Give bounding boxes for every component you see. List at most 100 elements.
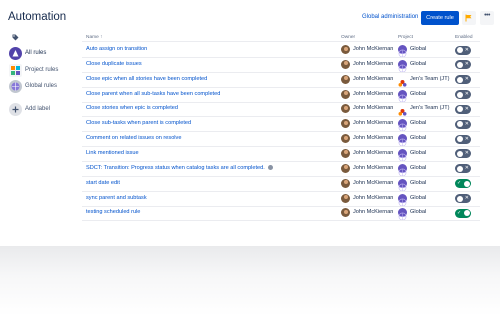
avatar <box>341 148 350 158</box>
enabled-toggle[interactable]: ✕ <box>455 164 471 174</box>
row-divider <box>82 220 480 222</box>
avatar <box>341 208 350 218</box>
globe-icon <box>398 119 407 132</box>
project-name: Global <box>410 149 427 156</box>
enabled-toggle[interactable]: ✕ <box>455 45 471 55</box>
table-row[interactable]: testing scheduled rule John McKiernan Glob… <box>82 206 480 221</box>
rule-name-text: testing scheduled rule <box>86 209 141 216</box>
close-icon: ✕ <box>464 105 469 112</box>
avatar <box>341 163 350 173</box>
enabled-toggle[interactable]: ✓ <box>455 179 471 189</box>
flag-icon <box>465 14 472 22</box>
owner-name: John McKiernan <box>353 135 394 142</box>
table-row[interactable]: Close duplicate issues John McKiernan Glob… <box>82 58 480 73</box>
info-icon[interactable] <box>267 164 273 170</box>
owner-name: John McKiernan <box>353 90 394 97</box>
enabled-toggle[interactable]: ✕ <box>455 134 471 144</box>
enabled-toggle[interactable]: ✕ <box>455 104 471 114</box>
owner-name: John McKiernan <box>353 209 394 216</box>
sidebar-item-label: Add label <box>25 106 51 112</box>
table-row[interactable]: SDCT: Transition: Progress status when c… <box>82 162 480 177</box>
table-row[interactable]: sync parent and subtask John McKiernan Glo… <box>82 192 480 206</box>
owner-name: John McKiernan <box>353 75 394 82</box>
rule-name-link[interactable]: sync parent and subtask <box>86 195 147 201</box>
project-name: Global <box>410 60 427 67</box>
owner-name: John McKiernan <box>353 194 394 201</box>
project-name: Global <box>410 209 427 216</box>
table-row[interactable]: Comment on related issues on resolve John… <box>82 132 480 147</box>
close-icon: ✕ <box>464 91 469 98</box>
owner-name: John McKiernan <box>353 179 394 186</box>
table-row[interactable]: start date edit John McKiernan Global ✓ <box>82 177 480 192</box>
more-actions-button[interactable]: ••• <box>480 11 494 25</box>
rule-name-link[interactable]: Close stories when epic is completed <box>86 105 178 111</box>
enabled-toggle[interactable]: ✕ <box>455 75 471 85</box>
rule-name-text: Close sub-tasks when parent is completed <box>86 120 192 127</box>
enabled-toggle[interactable]: ✕ <box>455 119 471 129</box>
rule-name-link[interactable]: Auto assign on transition <box>86 46 147 52</box>
rule-name-link[interactable]: Close duplicate issues <box>86 61 142 67</box>
table-row[interactable]: Close stories when epic is completed John… <box>82 102 480 116</box>
avatar <box>341 59 350 69</box>
project-name: Jen's Team (JT) <box>410 105 450 112</box>
table-row[interactable]: Auto assign on transition John McKiernan G… <box>82 43 480 58</box>
owner-name: John McKiernan <box>353 149 394 156</box>
rule-name-text: Close epic when all stories have been co… <box>86 75 208 82</box>
close-icon: ✕ <box>464 135 469 142</box>
enabled-toggle[interactable]: ✕ <box>455 60 471 70</box>
rule-name-link[interactable]: testing scheduled rule <box>86 209 140 215</box>
header-divider <box>82 41 480 42</box>
project-name: Global <box>410 194 427 201</box>
all-rules-icon <box>9 47 22 60</box>
rule-name-link[interactable]: Close sub-tasks when parent is completed <box>86 120 191 126</box>
rule-name-text: Comment on related issues on resolve <box>86 135 182 142</box>
avatar <box>341 178 350 188</box>
project-name: Global <box>410 179 427 186</box>
table-row[interactable]: Close sub-tasks when parent is completed… <box>82 117 480 132</box>
close-icon: ✕ <box>464 150 469 157</box>
feedback-button[interactable] <box>462 11 476 25</box>
project-rules-icon <box>9 64 22 77</box>
enabled-toggle[interactable]: ✕ <box>455 149 471 159</box>
avatar <box>341 89 350 99</box>
enabled-toggle[interactable]: ✕ <box>455 194 471 203</box>
rule-name-text: Close stories when epic is completed <box>86 105 179 112</box>
globe-icon <box>398 163 407 177</box>
globe-icon <box>398 45 407 58</box>
rule-name-link[interactable]: start date edit <box>86 180 120 186</box>
project-name: Global <box>410 135 427 142</box>
globe-icon <box>398 208 407 221</box>
rule-name-text: Close duplicate issues <box>86 60 142 67</box>
page-backdrop <box>0 236 500 330</box>
column-header-name[interactable]: Name ↑ <box>86 35 103 40</box>
column-header-enabled: Enabled <box>455 35 473 40</box>
sidebar-item-label: Global rules <box>25 83 58 89</box>
add-label-icon <box>9 103 22 116</box>
rule-name-link[interactable]: Close epic when all stories have been co… <box>86 76 207 82</box>
create-rule-button[interactable]: Create rule <box>421 11 459 25</box>
table-row[interactable]: Link mentioned issue John McKiernan Global… <box>82 147 480 162</box>
globe-icon <box>398 148 407 162</box>
rule-name-link[interactable]: Link mentioned issue <box>86 150 139 156</box>
rule-name-text: Close parent when all sub-tasks have bee… <box>86 90 221 97</box>
avatar <box>341 104 350 114</box>
page-title: Automation <box>8 11 67 23</box>
more-icon: ••• <box>484 12 490 19</box>
enabled-toggle[interactable]: ✕ <box>455 90 471 100</box>
rule-name-link[interactable]: Close parent when all sub-tasks have bee… <box>86 91 220 97</box>
enabled-toggle[interactable]: ✓ <box>455 208 471 218</box>
owner-name: John McKiernan <box>353 60 394 67</box>
close-icon: ✕ <box>464 195 469 201</box>
sidebar-item-label: Project rules <box>25 67 59 73</box>
globe-icon <box>398 178 407 192</box>
table-row[interactable]: Close parent when all sub-tasks have bee… <box>82 88 480 102</box>
rule-name-text: sync parent and subtask <box>86 194 147 201</box>
close-icon: ✕ <box>464 165 469 172</box>
rule-name-link[interactable]: SDCT: Transition: Progress status when c… <box>86 164 273 171</box>
column-header-project: Project <box>398 35 413 40</box>
project-name: Global <box>410 90 427 97</box>
rule-name-link[interactable]: Comment on related issues on resolve <box>86 135 181 141</box>
team-project-icon <box>398 74 407 87</box>
global-administration-link[interactable]: Global administration <box>362 14 418 20</box>
table-row[interactable]: Close epic when all stories have been co… <box>82 73 480 87</box>
